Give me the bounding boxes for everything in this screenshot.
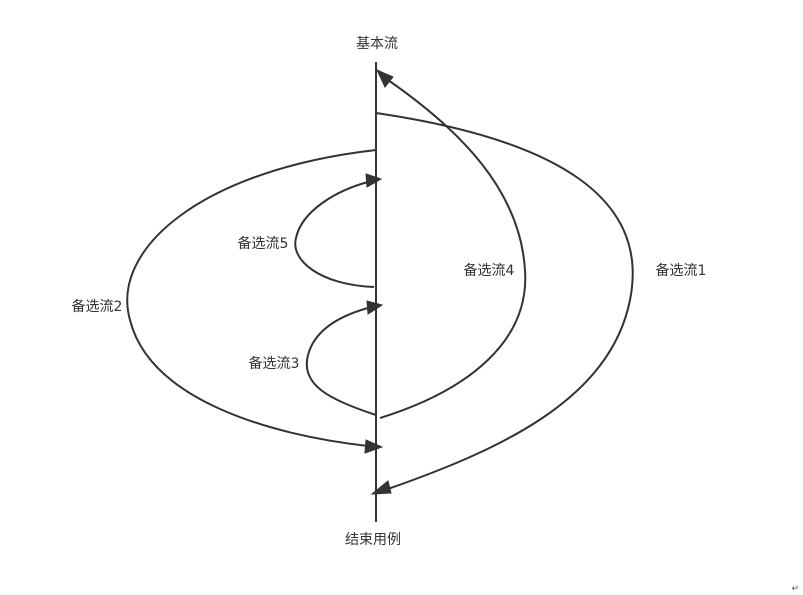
alt-flow-1-label: 备选流1 — [656, 262, 707, 279]
alt-flow-3-label: 备选流3 — [249, 355, 300, 372]
basic-flow-label: 基本流 — [356, 35, 398, 52]
alt-flow-1-path — [375, 112, 634, 491]
alt-flow-1-arrowhead — [370, 480, 392, 495]
return-mark: ↵ — [791, 584, 799, 594]
alt-flow-4-label: 备选流4 — [464, 262, 515, 279]
alt-flow-3-arrowhead — [366, 300, 384, 315]
flow-diagram: 基本流 结束用例 备选流1 备选流2 备选流3 备选流4 备选流5 ↵ — [72, 35, 799, 594]
alt-flow-5-label: 备选流5 — [238, 235, 289, 252]
alt-flow-4-arrowhead — [375, 69, 394, 88]
end-use-case-label: 结束用例 — [345, 532, 401, 548]
alt-flow-2-arrowhead — [364, 439, 384, 454]
alt-flow-3-path — [305, 307, 377, 416]
alt-flow-5-path — [294, 181, 375, 288]
alt-flow-2-label: 备选流2 — [72, 298, 123, 315]
alt-flow-4-path — [379, 79, 527, 419]
alt-flow-5-arrowhead — [365, 173, 383, 188]
